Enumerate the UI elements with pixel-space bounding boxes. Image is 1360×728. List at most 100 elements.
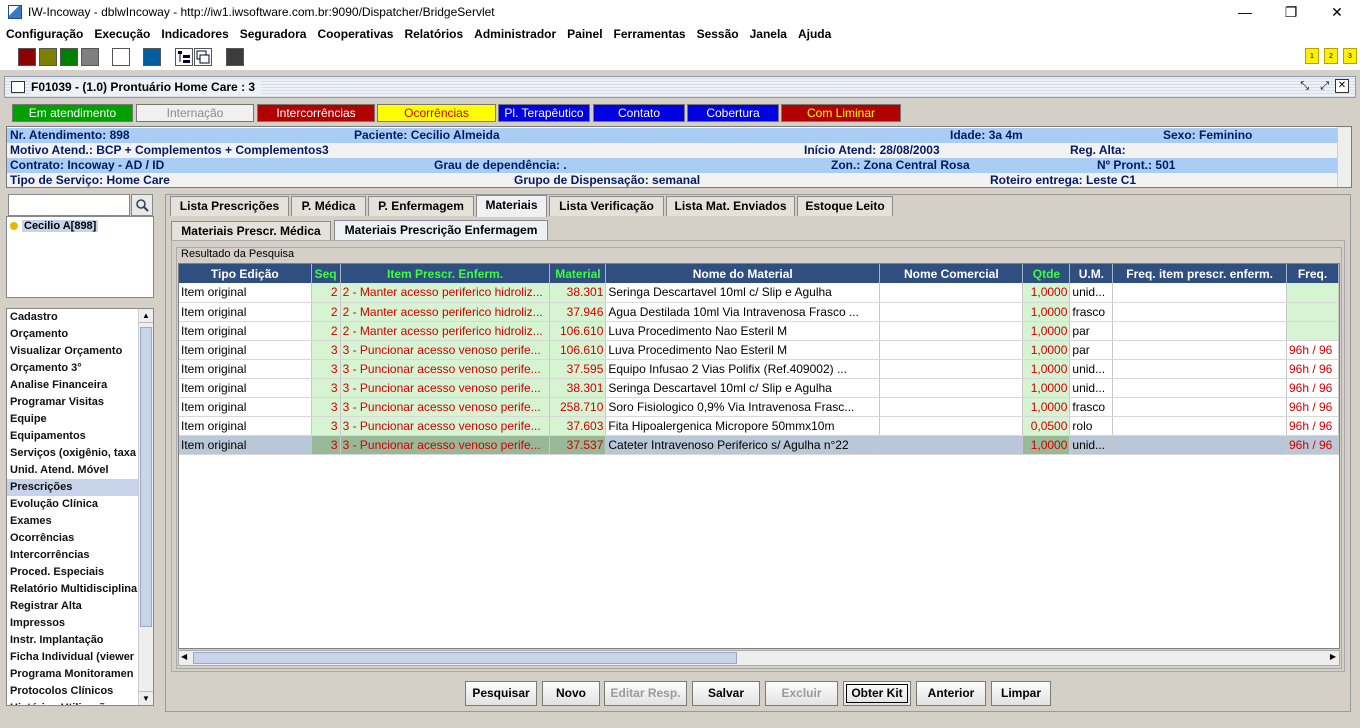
menu-seguradora[interactable]: Seguradora [240, 27, 307, 41]
sidebar-item[interactable]: Protocolos Clínicos [7, 683, 139, 700]
scroll-down-icon[interactable]: ▼ [139, 691, 153, 705]
sidebar-item[interactable]: Exames [7, 513, 139, 530]
scroll-right-icon[interactable]: ▶ [1330, 652, 1336, 661]
status-com-liminar[interactable]: Com Liminar [781, 104, 901, 122]
col-seq[interactable]: Seq [311, 264, 341, 283]
sidebar-item[interactable]: Registrar Alta [7, 598, 139, 615]
toolbar-right-button-1[interactable]: 1 [1305, 48, 1319, 64]
toolbar-color-button-2[interactable] [39, 48, 57, 66]
status-ocorrencias[interactable]: Ocorrências [377, 104, 496, 122]
close-button[interactable]: ✕ [1314, 0, 1360, 24]
patient-search-input[interactable] [8, 194, 130, 216]
search-icon[interactable] [131, 194, 153, 216]
col-nome-comercial[interactable]: Nome Comercial [879, 264, 1024, 283]
limpar-button[interactable]: Limpar [991, 681, 1051, 706]
table-row[interactable]: Item original 3 3 - Puncionar acesso venos… [179, 340, 1339, 360]
tree-item-patient[interactable]: Cecilio A[898] [10, 220, 153, 232]
table-row[interactable]: Item original 2 2 - Manter acesso periferi… [179, 321, 1339, 341]
tab-p-enfermagem[interactable]: P. Enfermagem [368, 196, 474, 216]
frame-restore-icon[interactable]: ⤡ [1300, 80, 1309, 93]
col-freq-item[interactable]: Freq. item prescr. enferm. [1112, 264, 1287, 283]
tab-lista-prescricoes[interactable]: Lista Prescrições [170, 196, 289, 216]
sidebar-item[interactable]: Ocorrências [7, 530, 139, 547]
windows-icon[interactable] [194, 48, 212, 66]
table-row[interactable]: Item original 3 3 - Puncionar acesso venos… [179, 359, 1339, 379]
obter-kit-button[interactable]: Obter Kit [843, 681, 911, 706]
sidebar-item[interactable]: Evolução Clínica [7, 496, 139, 513]
status-cobertura[interactable]: Cobertura [687, 104, 779, 122]
sidebar-item[interactable]: Programa Monitoramen [7, 666, 139, 683]
sidebar-item[interactable]: Serviços (oxigênio, taxa [7, 445, 139, 462]
status-internacao[interactable]: Internação [136, 104, 254, 122]
pesquisar-button[interactable]: Pesquisar [465, 681, 537, 706]
sidebar-item[interactable]: Programar Visitas [7, 394, 139, 411]
sidebar-item[interactable]: Ficha Individual (viewer [7, 649, 139, 666]
status-contato[interactable]: Contato [593, 104, 685, 122]
frame-close-icon[interactable]: ✕ [1335, 79, 1349, 93]
menu-configuracao[interactable]: Configuração [6, 27, 83, 41]
toolbar-color-button-4[interactable] [81, 48, 99, 66]
toolbar-color-button-1[interactable] [18, 48, 36, 66]
toolbar-color-button-7[interactable] [226, 48, 244, 66]
sidebar-item[interactable]: Equipamentos [7, 428, 139, 445]
novo-button[interactable]: Novo [542, 681, 600, 706]
col-qtde[interactable]: Qtde [1022, 264, 1071, 283]
sidebar-item[interactable]: Cadastro [7, 309, 139, 326]
menu-sessao[interactable]: Sessão [697, 27, 739, 41]
scroll-thumb[interactable] [140, 327, 152, 627]
excluir-button[interactable]: Excluir [765, 681, 838, 706]
sidebar-item[interactable]: Impressos [7, 615, 139, 632]
minimize-button[interactable]: — [1222, 0, 1268, 24]
menu-janela[interactable]: Janela [750, 27, 787, 41]
h-scroll-thumb[interactable] [193, 652, 737, 664]
col-material[interactable]: Material [549, 264, 607, 283]
table-row[interactable]: Item original 3 3 - Puncionar acesso venos… [179, 397, 1339, 417]
tab-estoque-leito[interactable]: Estoque Leito [797, 196, 893, 216]
sidebar-item[interactable]: Analise Financeira [7, 377, 139, 394]
menu-relatorios[interactable]: Relatórios [404, 27, 463, 41]
menu-ajuda[interactable]: Ajuda [798, 27, 831, 41]
toolbar-color-button-5[interactable] [112, 48, 130, 66]
subtab-materiais-prescr-medica[interactable]: Materiais Prescr. Médica [171, 221, 331, 241]
menu-execucao[interactable]: Execução [94, 27, 150, 41]
status-em-atendimento[interactable]: Em atendimento [12, 104, 133, 122]
col-um[interactable]: U.M. [1069, 264, 1114, 283]
anterior-button[interactable]: Anterior [916, 681, 986, 706]
editar-resp-button[interactable]: Editar Resp. [604, 681, 687, 706]
col-nome-material[interactable]: Nome do Material [605, 264, 881, 283]
scroll-left-icon[interactable]: ◀ [181, 652, 187, 661]
menu-painel[interactable]: Painel [567, 27, 602, 41]
tab-lista-verificacao[interactable]: Lista Verificação [549, 196, 664, 216]
tab-p-medica[interactable]: P. Médica [291, 196, 366, 216]
tab-materiais[interactable]: Materiais [476, 195, 547, 217]
table-horizontal-scrollbar[interactable]: ◀ ▶ [178, 650, 1340, 666]
menu-indicadores[interactable]: Indicadores [161, 27, 228, 41]
sidebar-item[interactable]: Equipe [7, 411, 139, 428]
tree-view-icon[interactable] [175, 48, 193, 66]
salvar-button[interactable]: Salvar [692, 681, 760, 706]
sidebar-item[interactable]: Proced. Especiais [7, 564, 139, 581]
frame-maximize-icon[interactable]: ⤢ [1320, 80, 1329, 93]
toolbar-right-button-2[interactable]: 2 [1324, 48, 1338, 64]
sidebar-scrollbar[interactable]: ▲ ▼ [138, 309, 153, 705]
toolbar-color-button-6[interactable] [143, 48, 161, 66]
subtab-materiais-prescricao-enfermagem[interactable]: Materiais Prescrição Enfermagem [334, 220, 548, 241]
sidebar-item[interactable]: Intercorrências [7, 547, 139, 564]
menu-administrador[interactable]: Administrador [474, 27, 556, 41]
sidebar-item[interactable]: Prescrições [7, 479, 139, 496]
status-intercorrencias[interactable]: Intercorrências [257, 104, 375, 122]
tab-lista-mat-enviados[interactable]: Lista Mat. Enviados [666, 196, 795, 216]
sidebar-item[interactable]: Unid. Atend. Móvel [7, 462, 139, 479]
toolbar-color-button-3[interactable] [60, 48, 78, 66]
col-tipo-edicao[interactable]: Tipo Edição [179, 264, 312, 283]
table-row[interactable]: Item original 3 3 - Puncionar acesso venos… [179, 378, 1339, 398]
menu-cooperativas[interactable]: Cooperativas [317, 27, 393, 41]
table-row[interactable]: Item original 2 2 - Manter acesso periferi… [179, 302, 1339, 322]
table-row[interactable]: Item original 3 3 - Puncionar acesso venos… [179, 416, 1339, 436]
status-pl-terapeutico[interactable]: Pl. Terapêutico [498, 104, 590, 122]
col-item-prescr-enferm[interactable]: Item Prescr. Enferm. [340, 264, 551, 283]
menu-ferramentas[interactable]: Ferramentas [614, 27, 686, 41]
table-row[interactable]: Item original 3 3 - Puncionar acesso venos… [179, 435, 1339, 455]
table-row[interactable]: Item original 2 2 - Manter acesso periferi… [179, 283, 1339, 303]
sidebar-item[interactable]: Relatório Multidisciplina [7, 581, 139, 598]
